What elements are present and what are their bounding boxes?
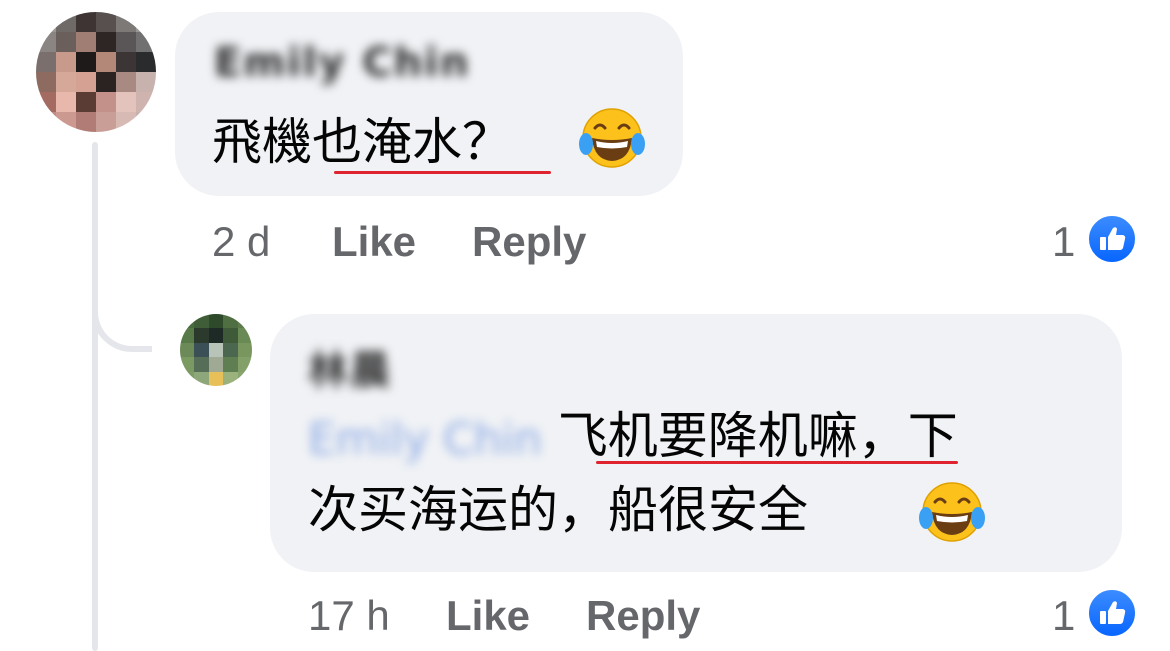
like-button[interactable]: Like bbox=[446, 592, 530, 640]
thumbs-up-icon[interactable] bbox=[1086, 587, 1138, 639]
comment-text-line-2: 次买海运的，船很安全 bbox=[308, 481, 808, 539]
mention-link[interactable]: Emily Chin bbox=[308, 408, 542, 472]
tears-of-joy-emoji bbox=[579, 108, 645, 168]
reaction-count[interactable]: 1 bbox=[1052, 592, 1075, 640]
thread-connector-line bbox=[92, 142, 98, 651]
spellcheck-underline bbox=[596, 461, 958, 464]
reply-connector-curve bbox=[92, 268, 152, 352]
reaction-count[interactable]: 1 bbox=[1052, 218, 1075, 266]
comment-author-name[interactable]: Emily Chin bbox=[214, 40, 470, 86]
comment-timestamp[interactable]: 17 h bbox=[308, 592, 390, 640]
reply-button[interactable]: Reply bbox=[472, 218, 586, 266]
spellcheck-underline bbox=[334, 171, 551, 174]
comment-timestamp[interactable]: 2 d bbox=[212, 218, 270, 266]
like-button[interactable]: Like bbox=[332, 218, 416, 266]
thumbs-up-icon[interactable] bbox=[1086, 213, 1138, 265]
comment-text: 飛機也淹水？ bbox=[212, 113, 512, 171]
comment-author-name[interactable]: 林晨 bbox=[308, 338, 392, 396]
avatar[interactable] bbox=[180, 314, 252, 386]
tears-of-joy-emoji bbox=[919, 482, 985, 542]
reply-button[interactable]: Reply bbox=[586, 592, 700, 640]
avatar[interactable] bbox=[36, 12, 156, 132]
